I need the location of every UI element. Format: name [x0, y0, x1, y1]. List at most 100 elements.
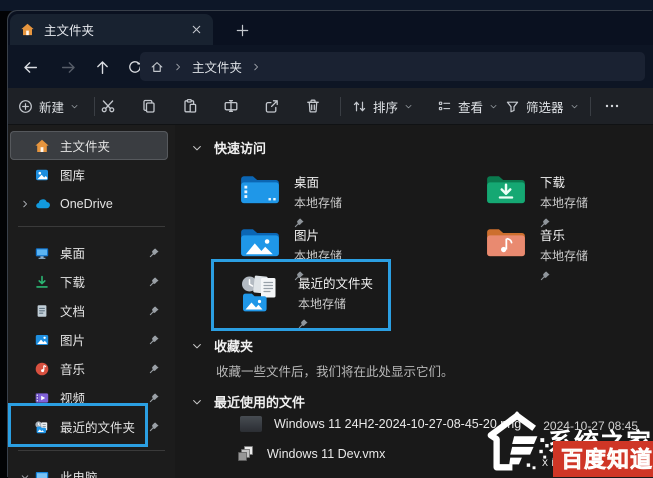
sidebar-item-downloads[interactable]: 下载: [10, 267, 168, 296]
copy-button[interactable]: [137, 94, 161, 118]
desktop-icon: [34, 245, 50, 261]
pin-icon: [149, 247, 160, 258]
pin-icon: [149, 421, 160, 432]
back-button[interactable]: [16, 53, 44, 81]
sidebar-item-recent-folders[interactable]: 最近的文件夹: [10, 412, 168, 441]
view-button[interactable]: 查看: [437, 88, 498, 124]
sidebar-item-desktop[interactable]: 桌面: [10, 238, 168, 267]
pin-icon: [149, 334, 160, 345]
sidebar-item-pictures[interactable]: 图片: [10, 325, 168, 354]
chevron-down-icon: [404, 102, 413, 111]
share-button[interactable]: [260, 94, 284, 118]
paste-button[interactable]: [178, 94, 202, 118]
pin-icon: [298, 318, 309, 329]
tile-subtitle: 本地存储: [540, 194, 588, 211]
chevron-right-icon[interactable]: [173, 62, 183, 72]
music-icon: [34, 361, 50, 377]
recent-folder-icon: [34, 419, 50, 435]
delete-button[interactable]: [301, 94, 325, 118]
tile-title: 下载: [540, 172, 588, 191]
downloads-icon: [34, 274, 50, 290]
sidebar-item-label: OneDrive: [60, 197, 113, 211]
sidebar-item-this-pc[interactable]: 此电脑: [10, 462, 168, 478]
more-icon: [604, 98, 620, 114]
new-button[interactable]: 新建: [18, 88, 79, 124]
onedrive-cloud-icon: [34, 196, 51, 212]
collapse-chevron-icon[interactable]: [191, 340, 203, 352]
view-icon: [437, 99, 452, 114]
up-icon: [94, 59, 111, 76]
tab-title: 主文件夹: [44, 20, 190, 39]
section-title: 快速访问: [214, 138, 266, 157]
home-icon: [20, 22, 35, 37]
section-quick-access: 快速访问: [191, 138, 266, 157]
sidebar-divider: [18, 226, 165, 227]
sort-button[interactable]: 排序: [352, 88, 413, 124]
home-icon: [34, 138, 50, 154]
back-icon: [22, 59, 39, 76]
more-options-button[interactable]: [600, 94, 624, 118]
music-folder-icon: [485, 225, 527, 259]
new-label: 新建: [39, 97, 64, 116]
tile-desktop[interactable]: 桌面 本地存储: [239, 172, 342, 233]
pictures-icon: [34, 332, 50, 348]
forward-button[interactable]: [54, 53, 82, 81]
sidebar-item-label: 桌面: [60, 243, 85, 262]
chevron-down-icon: [70, 102, 79, 111]
sidebar-item-label: 最近的文件夹: [60, 417, 135, 436]
expand-chevron-icon[interactable]: [16, 472, 34, 478]
file-name: Windows 11 Dev.vmx: [267, 447, 385, 461]
sidebar-item-gallery[interactable]: 图库: [10, 160, 168, 189]
chevron-down-icon: [570, 102, 579, 111]
tab-home[interactable]: 主文件夹: [10, 14, 213, 45]
forward-icon: [60, 59, 77, 76]
pin-icon: [540, 270, 551, 281]
tile-subtitle: 本地存储: [540, 247, 588, 264]
pictures-folder-icon: [239, 225, 281, 259]
view-label: 查看: [458, 97, 483, 116]
breadcrumb[interactable]: 主文件夹: [192, 57, 242, 76]
cut-button[interactable]: [96, 94, 120, 118]
tile-title: 音乐: [540, 225, 588, 244]
tab-close-icon[interactable]: [190, 23, 203, 36]
collapse-chevron-icon[interactable]: [191, 396, 203, 408]
sidebar: 主文件夹 图库 OneDrive 桌面: [8, 125, 175, 478]
file-row-png[interactable]: Windows 11 24H2-2024-10-27-08-45-20.png: [240, 413, 521, 435]
tile-music[interactable]: 音乐 本地存储: [485, 225, 588, 286]
filter-label: 筛选器: [526, 97, 564, 116]
sidebar-item-label: 文档: [60, 301, 85, 320]
filter-button[interactable]: 筛选器: [505, 88, 579, 124]
sidebar-item-documents[interactable]: 文档: [10, 296, 168, 325]
file-row-vmx[interactable]: Windows 11 Dev.vmx: [237, 443, 385, 465]
sidebar-item-home[interactable]: 主文件夹: [10, 131, 168, 160]
toolbar-separator: [590, 97, 591, 116]
chevron-right-icon[interactable]: [251, 62, 261, 72]
tile-downloads[interactable]: 下载 本地存储: [485, 172, 588, 233]
new-tab-button[interactable]: [229, 17, 255, 43]
paste-icon: [182, 98, 198, 114]
sidebar-item-music[interactable]: 音乐: [10, 354, 168, 383]
address-bar[interactable]: 主文件夹: [140, 52, 645, 81]
sidebar-item-onedrive[interactable]: OneDrive: [10, 189, 168, 218]
favorites-empty-message: 收藏一些文件后，我们将在此处显示它们。: [216, 361, 454, 380]
collapse-chevron-icon[interactable]: [191, 142, 203, 154]
sort-icon: [352, 99, 367, 114]
new-tab-icon: [235, 23, 250, 38]
screenshot-root: 主文件夹 主文件夹: [0, 0, 653, 478]
pin-icon: [149, 392, 160, 403]
sidebar-item-videos[interactable]: 视频: [10, 383, 168, 412]
copy-icon: [141, 98, 157, 114]
pin-icon: [149, 305, 160, 316]
tile-recent-folders[interactable]: 最近的文件夹 本地存储: [239, 273, 373, 334]
desktop-folder-icon: [239, 172, 281, 206]
toolbar-separator: [94, 97, 95, 116]
up-button[interactable]: [88, 53, 116, 81]
delete-icon: [305, 98, 321, 114]
image-thumbnail: [240, 416, 262, 432]
watermark-badge: 百度知道: [553, 441, 653, 477]
expand-chevron-icon[interactable]: [16, 199, 34, 209]
pin-icon: [149, 363, 160, 374]
rename-button[interactable]: [219, 94, 243, 118]
videos-icon: [34, 390, 50, 406]
tile-subtitle: 本地存储: [298, 295, 373, 312]
